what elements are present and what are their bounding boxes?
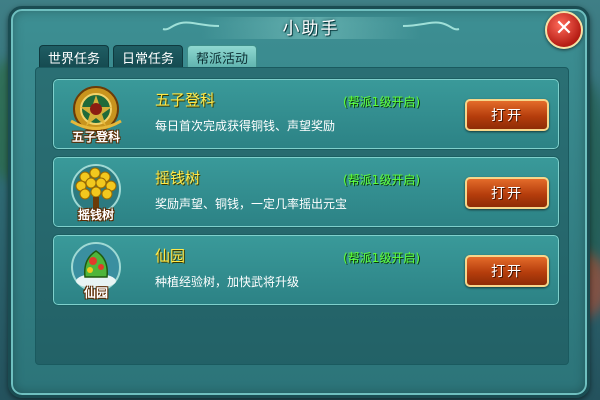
tab-label: 世界任务	[48, 51, 101, 67]
tab-bar: 世界任务 日常任务 帮派活动	[39, 45, 258, 68]
activity-description: 奖励声望、铜钱，一定几率摇出元宝	[155, 197, 348, 211]
tab-guild-activities[interactable]: 帮派活动	[187, 45, 258, 68]
activity-row-fairy-garden: 仙园 仙园 (帮派1级开启) 种植经验树，加快武将升级 打开	[52, 234, 560, 306]
window-title: 小助手	[282, 18, 340, 39]
close-button[interactable]: ✕	[545, 11, 583, 49]
activity-row-wuzi: 五子登科 五子登科 (帮派1级开启) 每日首次完成获得铜钱、声望奖励 打开	[52, 78, 560, 150]
assistant-panel: 小助手 ✕ 世界任务 日常任务 帮派活动 五子登科 五子登科 (帮派1级开启) …	[8, 6, 590, 398]
activity-title: 仙园	[155, 247, 186, 265]
open-button[interactable]: 打开	[465, 99, 549, 131]
requirement-text: (帮派1级开启)	[343, 95, 420, 109]
activity-description: 每日首次完成获得铜钱、声望奖励	[155, 119, 336, 133]
tab-daily-quests[interactable]: 日常任务	[113, 45, 184, 68]
tab-world-quests[interactable]: 世界任务	[39, 45, 110, 68]
activity-description: 种植经验树，加快武将升级	[155, 275, 300, 289]
title-bar: 小助手	[162, 11, 460, 41]
fairy-garden-icon: 仙园	[63, 237, 129, 303]
requirement-text: (帮派1级开启)	[343, 173, 420, 187]
emblem-label: 仙园	[83, 286, 108, 300]
money-tree-icon: 摇钱树	[63, 159, 129, 225]
activity-row-money-tree: 摇钱树 摇钱树 (帮派1级开启) 奖励声望、铜钱，一定几率摇出元宝 打开	[52, 156, 560, 228]
requirement-text: (帮派1级开启)	[343, 251, 420, 265]
close-icon: ✕	[554, 16, 574, 41]
tab-label: 帮派活动	[196, 51, 249, 67]
open-button[interactable]: 打开	[465, 177, 549, 209]
ornament-swirl-icon	[402, 21, 460, 31]
activity-list: 五子登科 五子登科 (帮派1级开启) 每日首次完成获得铜钱、声望奖励 打开 摇钱…	[35, 67, 569, 365]
five-sons-crest-icon: 五子登科	[63, 81, 129, 147]
ornament-swirl-icon	[162, 21, 220, 31]
emblem-label: 五子登科	[71, 130, 120, 144]
open-button[interactable]: 打开	[465, 255, 549, 287]
activity-title: 五子登科	[155, 91, 216, 109]
activity-title: 摇钱树	[155, 169, 201, 187]
tab-label: 日常任务	[122, 51, 175, 67]
emblem-label: 摇钱树	[77, 208, 114, 222]
